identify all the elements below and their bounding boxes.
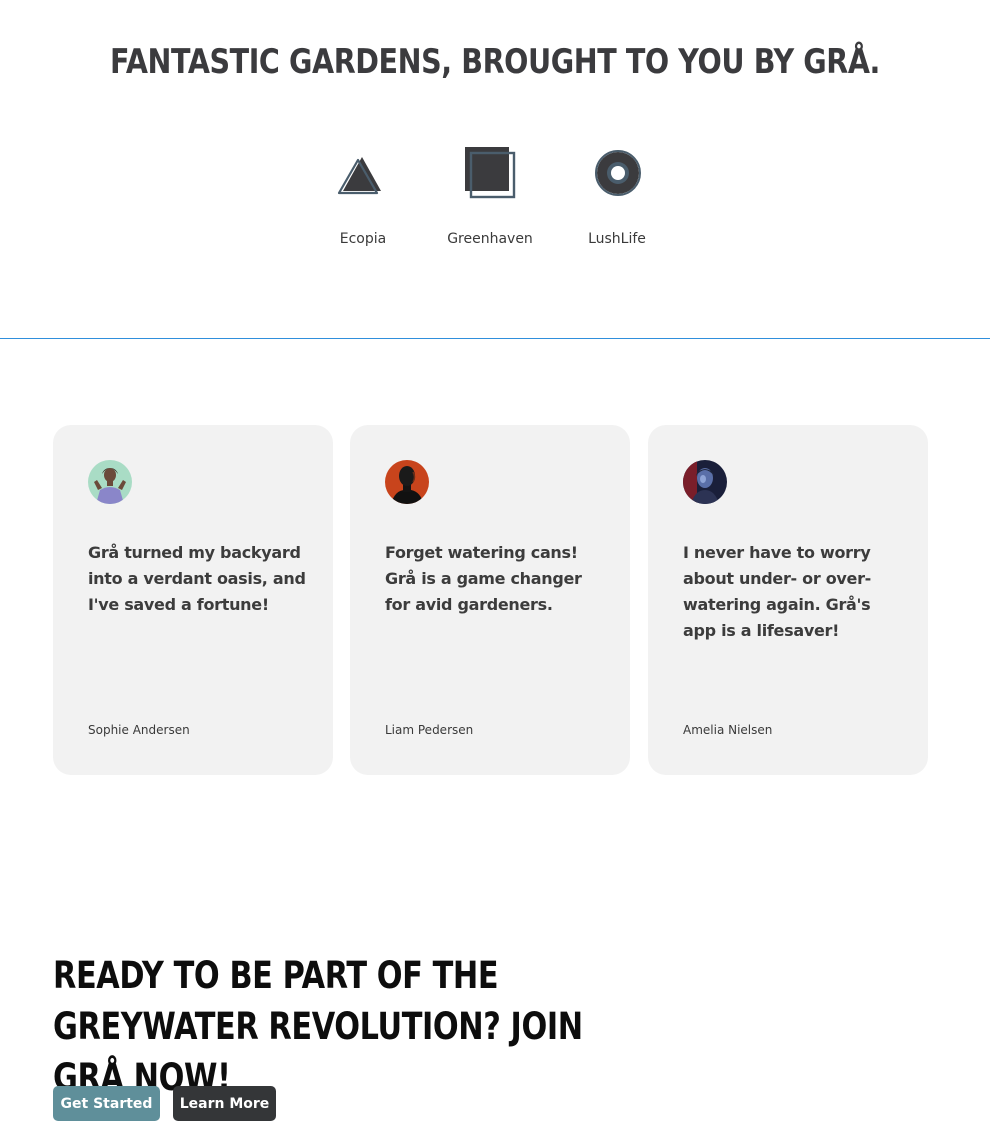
testimonial-quote: Grå turned my backyard into a verdant oa…	[88, 543, 306, 614]
learn-more-button[interactable]: Learn More	[173, 1086, 276, 1121]
testimonial-card: Grå turned my backyard into a verdant oa…	[53, 425, 333, 775]
avatar	[385, 460, 429, 504]
testimonial-card: I never have to worry about under- or ov…	[648, 425, 928, 775]
partners-title: Fantastic Gardens, brought to you by Grå…	[110, 42, 880, 82]
partner-logo-ecopia[interactable]: Ecopia	[303, 145, 423, 255]
partner-logos: Ecopia Greenhaven LushLife	[0, 145, 990, 255]
testimonial-author: Sophie Andersen	[88, 723, 190, 737]
cta-title: Ready to be part of the greywater revolu…	[53, 954, 583, 1099]
partner-name: LushLife	[588, 231, 646, 247]
partner-logo-lushlife[interactable]: LushLife	[557, 145, 677, 255]
avatar-photo-icon	[385, 460, 429, 504]
testimonial-author: Amelia Nielsen	[683, 723, 773, 737]
testimonial-quote: Forget watering cans! Grå is a game chan…	[385, 543, 582, 614]
get-started-button[interactable]: Get Started	[53, 1086, 160, 1121]
square-icon	[465, 147, 516, 199]
testimonial-card: Forget watering cans! Grå is a game chan…	[350, 425, 630, 775]
partner-name: Ecopia	[339, 231, 387, 247]
partner-name: Greenhaven	[447, 231, 533, 247]
avatar-photo-icon	[88, 460, 132, 504]
avatar	[683, 460, 727, 504]
triangle-icon	[337, 157, 381, 195]
partner-logo-greenhaven[interactable]: Greenhaven	[430, 145, 550, 255]
avatar	[88, 460, 132, 504]
avatar-photo-icon	[683, 460, 727, 504]
testimonial-quote: I never have to worry about under- or ov…	[683, 543, 871, 640]
testimonial-author: Liam Pedersen	[385, 723, 474, 737]
section-divider	[0, 338, 990, 339]
ring-icon	[595, 150, 641, 196]
